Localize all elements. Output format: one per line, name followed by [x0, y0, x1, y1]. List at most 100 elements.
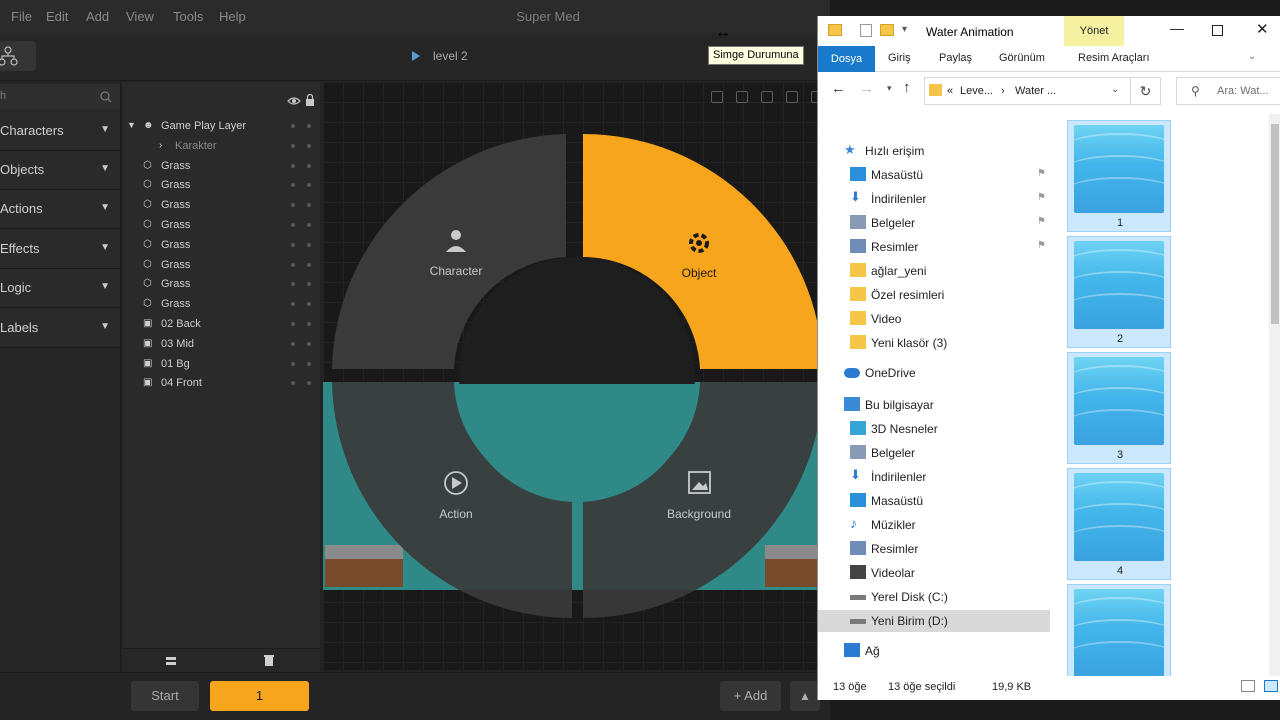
- tab-share[interactable]: Paylaş: [939, 52, 972, 64]
- recent-dropdown-icon[interactable]: ▾: [887, 83, 892, 94]
- visibility-dot[interactable]: [291, 163, 295, 168]
- tab-file[interactable]: Dosya: [818, 46, 875, 72]
- nav-item[interactable]: ağlar_yeni: [818, 260, 1050, 282]
- visibility-dot[interactable]: [291, 183, 295, 188]
- nav-item[interactable]: Yeni klasör (3): [818, 332, 1050, 354]
- visibility-dot[interactable]: [291, 361, 295, 366]
- address-overflow[interactable]: «: [947, 85, 953, 97]
- layer-row[interactable]: ⬡ Grass: [123, 157, 320, 176]
- nav-item[interactable]: Masaüstü: [818, 490, 1050, 512]
- visibility-dot[interactable]: [307, 381, 311, 386]
- nav-item[interactable]: Bu bilgisayar: [818, 394, 1050, 416]
- visibility-dot[interactable]: [307, 124, 311, 128]
- visibility-dot[interactable]: [307, 203, 311, 208]
- tab-home[interactable]: Giriş: [888, 52, 911, 64]
- nav-item[interactable]: Resimler: [818, 538, 1050, 560]
- hierarchy-button[interactable]: [0, 41, 36, 71]
- manage-tab[interactable]: Yönet: [1064, 16, 1124, 46]
- layer-row[interactable]: ⬡ Grass: [123, 256, 320, 275]
- file-thumbnail[interactable]: 2: [1067, 236, 1171, 348]
- nav-item[interactable]: Video: [818, 308, 1050, 330]
- chevron-down-icon[interactable]: ▼: [127, 120, 138, 131]
- up-arrow-icon[interactable]: ↑: [903, 79, 911, 96]
- nav-item[interactable]: ⬇ İndirilenler ⚑: [818, 188, 1050, 210]
- visibility-dot[interactable]: [291, 262, 295, 267]
- quick-access-dropdown-icon[interactable]: ▾: [902, 24, 907, 35]
- menu-tools[interactable]: Tools: [173, 9, 203, 24]
- layers-stack-icon[interactable]: [165, 655, 177, 667]
- forward-arrow-icon[interactable]: →: [859, 80, 874, 97]
- visibility-dot[interactable]: [291, 223, 295, 227]
- menu-file[interactable]: File: [11, 9, 32, 24]
- nav-item[interactable]: ★ Hızlı erişim: [818, 140, 1050, 162]
- visibility-dot[interactable]: [307, 163, 311, 168]
- visibility-dot[interactable]: [307, 183, 311, 188]
- pin-icon[interactable]: ⚑: [1037, 216, 1046, 227]
- visibility-dot[interactable]: [307, 223, 311, 227]
- visibility-dot[interactable]: [307, 242, 311, 247]
- nav-item[interactable]: OneDrive: [818, 362, 1050, 384]
- file-thumbnail[interactable]: [1067, 584, 1171, 676]
- add-button[interactable]: + Add: [720, 681, 781, 711]
- layer-row[interactable]: ⬡ Grass: [123, 295, 320, 314]
- category-effects[interactable]: Effects ▼: [0, 230, 120, 269]
- nav-item[interactable]: Videolar: [818, 562, 1050, 584]
- pin-icon[interactable]: ⚑: [1037, 240, 1046, 251]
- scene-canvas[interactable]: Character Object Action Background: [323, 82, 830, 670]
- visibility-dot[interactable]: [291, 322, 295, 326]
- trash-icon[interactable]: [263, 654, 275, 667]
- layer-row[interactable]: ⬡ Grass: [123, 176, 320, 195]
- nav-item[interactable]: ♪ Müzikler: [818, 514, 1050, 536]
- file-thumbnail[interactable]: 3: [1067, 352, 1171, 464]
- new-folder-icon[interactable]: [880, 24, 894, 36]
- layer-row[interactable]: › Karakter: [123, 137, 320, 156]
- address-segment-level[interactable]: Leve...: [960, 85, 993, 97]
- details-view-icon[interactable]: [1241, 680, 1255, 692]
- visibility-dot[interactable]: [291, 203, 295, 208]
- layer-row[interactable]: ⬡ Grass: [123, 216, 320, 235]
- nav-item[interactable]: Masaüstü ⚑: [818, 164, 1050, 186]
- nav-item[interactable]: Belgeler: [818, 442, 1050, 464]
- layer-row[interactable]: ▣ 04 Front: [123, 374, 320, 393]
- start-button[interactable]: Start: [131, 681, 199, 711]
- layer-row[interactable]: ⬡ Grass: [123, 196, 320, 215]
- visibility-dot[interactable]: [291, 381, 295, 386]
- nav-item[interactable]: Ağ: [818, 640, 1050, 662]
- search-input[interactable]: ⚲ Ara: Wat...: [1176, 77, 1280, 105]
- category-characters[interactable]: Characters ▼: [0, 112, 120, 151]
- category-objects[interactable]: Objects ▼: [0, 151, 120, 190]
- menu-add[interactable]: Add: [86, 9, 109, 24]
- back-arrow-icon[interactable]: ←: [831, 80, 846, 97]
- category-logic[interactable]: Logic ▼: [0, 269, 120, 308]
- expand-ribbon-icon[interactable]: ⌄: [1248, 51, 1256, 62]
- refresh-icon[interactable]: ↻: [1131, 77, 1161, 105]
- nav-item[interactable]: ⬇ İndirilenler: [818, 466, 1050, 488]
- category-actions[interactable]: Actions ▼: [0, 190, 120, 229]
- nav-item[interactable]: Belgeler ⚑: [818, 212, 1050, 234]
- menu-edit[interactable]: Edit: [46, 9, 68, 24]
- layer-row[interactable]: ⬡ Grass: [123, 275, 320, 294]
- frame-1-button[interactable]: 1: [210, 681, 309, 711]
- nav-item[interactable]: Özel resimleri: [818, 284, 1050, 306]
- close-icon[interactable]: ✕: [1256, 20, 1269, 38]
- minimize-icon[interactable]: —: [1170, 20, 1184, 36]
- visibility-dot[interactable]: [307, 262, 311, 267]
- visibility-dot[interactable]: [307, 143, 311, 148]
- category-labels[interactable]: Labels ▼: [0, 309, 120, 348]
- layer-row[interactable]: ⬡ Grass: [123, 236, 320, 255]
- chevron-up-icon[interactable]: ▲: [790, 681, 820, 711]
- file-thumbnail[interactable]: 4: [1067, 468, 1171, 580]
- visibility-dot[interactable]: [291, 143, 295, 148]
- vertical-scrollbar[interactable]: [1269, 114, 1280, 676]
- visibility-dot[interactable]: [307, 302, 311, 307]
- chevron-down-icon[interactable]: ⌄: [1111, 84, 1119, 95]
- search-input[interactable]: h: [0, 84, 120, 110]
- lock-icon[interactable]: [305, 94, 315, 106]
- thumbnail-view-icon[interactable]: [1264, 680, 1278, 692]
- visibility-dot[interactable]: [307, 282, 311, 287]
- menu-help[interactable]: Help: [219, 9, 246, 24]
- layer-row[interactable]: ▣ 01 Bg: [123, 355, 320, 374]
- address-segment-water[interactable]: Water ...: [1015, 85, 1056, 97]
- nav-item[interactable]: 3D Nesneler: [818, 418, 1050, 440]
- visibility-dot[interactable]: [291, 302, 295, 307]
